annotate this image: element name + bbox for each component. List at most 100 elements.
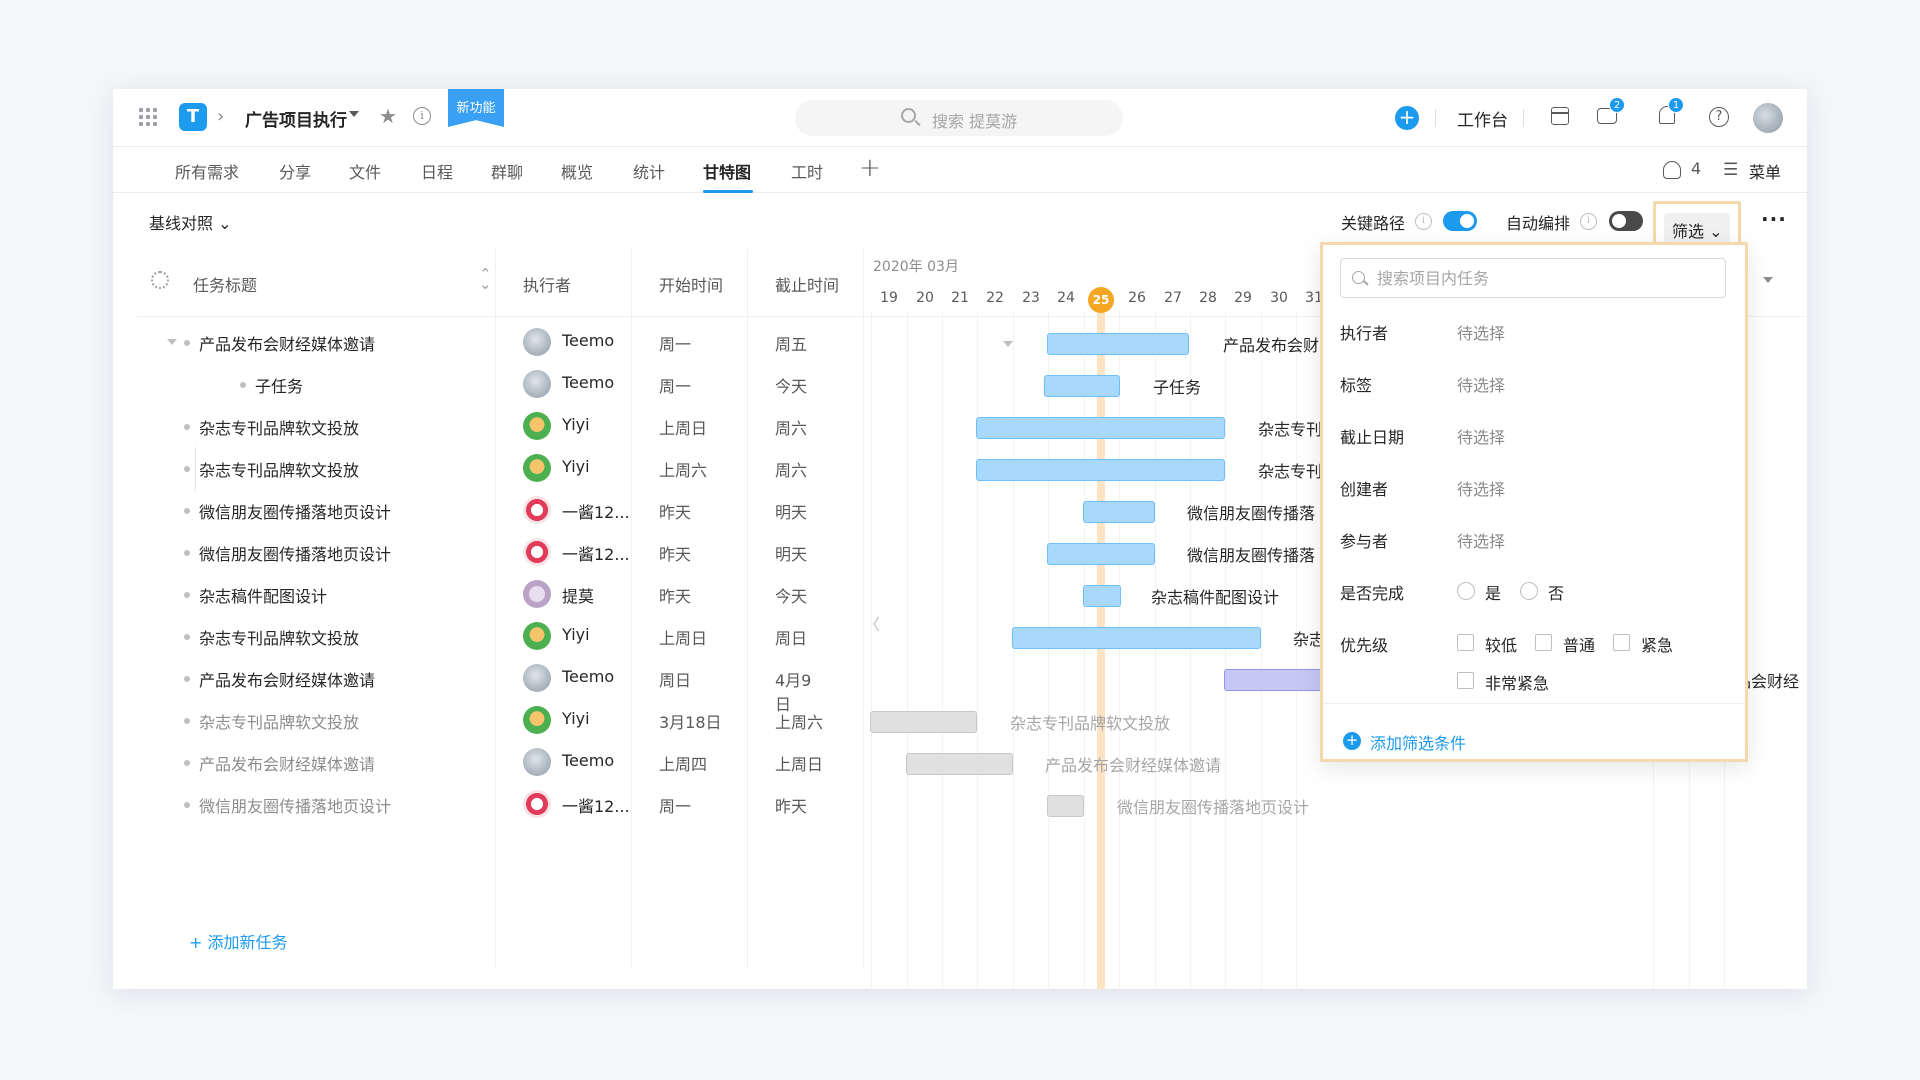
start-date[interactable]: 3月18日 — [659, 709, 722, 733]
end-date[interactable]: 上周日 — [775, 751, 823, 775]
gantt-bar[interactable] — [906, 753, 1013, 775]
expand-caret-icon[interactable] — [167, 339, 177, 345]
column-header-end[interactable]: 截止时间 — [775, 272, 839, 296]
gantt-bar[interactable] — [976, 459, 1225, 481]
tab-overview[interactable]: 概览 — [561, 159, 593, 183]
end-date[interactable]: 明天 — [775, 499, 807, 523]
baseline-compare-dropdown[interactable]: 基线对照 ⌄ — [149, 210, 232, 234]
end-date[interactable]: 昨天 — [775, 793, 807, 817]
user-avatar[interactable] — [1753, 103, 1783, 133]
table-row[interactable]: 杂志专刊品牌软文投放 Yiyi 上周六 周六 — [137, 447, 823, 489]
completion-no-label[interactable]: 否 — [1548, 580, 1564, 604]
critical-path-info-icon[interactable]: i — [1415, 213, 1432, 230]
assignee-name[interactable]: Yiyi — [562, 625, 590, 644]
start-date[interactable]: 昨天 — [659, 499, 691, 523]
menu-button[interactable]: 菜单 — [1749, 159, 1781, 183]
end-date[interactable]: 周六 — [775, 457, 807, 481]
assignee-name[interactable]: 一酱12... — [562, 541, 630, 565]
gantt-collapse-caret-icon[interactable] — [1003, 341, 1013, 347]
gantt-bar[interactable] — [1083, 585, 1121, 607]
end-date[interactable]: 周五 — [775, 331, 807, 355]
task-title[interactable]: 杂志专刊品牌软文投放 — [199, 709, 359, 733]
add-filter-icon[interactable]: + — [1343, 732, 1361, 750]
end-date[interactable]: 今天 — [775, 373, 807, 397]
start-date[interactable]: 周一 — [659, 331, 691, 355]
table-row[interactable]: 微信朋友圈传播落地页设计 一酱12... 周一 昨天 — [137, 783, 823, 825]
table-row[interactable]: 产品发布会财经媒体邀请 Teemo 上周四 上周日 — [137, 741, 823, 783]
end-date[interactable]: 周六 — [775, 415, 807, 439]
assignee-name[interactable]: Yiyi — [562, 709, 590, 728]
priority-normal-label[interactable]: 普通 — [1563, 632, 1595, 656]
gantt-bar[interactable] — [870, 711, 977, 733]
add-tab-button[interactable]: + — [859, 153, 881, 183]
end-date[interactable]: 今天 — [775, 583, 807, 607]
filter-select-creator[interactable]: 待选择 — [1457, 476, 1505, 500]
task-title[interactable]: 微信朋友圈传播落地页设计 — [199, 499, 391, 523]
priority-low-checkbox[interactable] — [1457, 634, 1474, 651]
workbench-link[interactable]: 工作台 — [1457, 106, 1508, 131]
assignee-name[interactable]: Teemo — [562, 373, 614, 392]
table-row[interactable]: 产品发布会财经媒体邀请 Teemo 周日 4月9日 — [137, 657, 823, 714]
priority-low-label[interactable]: 较低 — [1485, 632, 1517, 656]
task-title[interactable]: 微信朋友圈传播落地页设计 — [199, 541, 391, 565]
info-icon[interactable]: i — [413, 107, 431, 125]
assignee-name[interactable]: Teemo — [562, 667, 614, 686]
assignee-name[interactable]: 提莫 — [562, 583, 594, 607]
assignee-name[interactable]: Yiyi — [562, 457, 590, 476]
filter-select-participants[interactable]: 待选择 — [1457, 528, 1505, 552]
tab-group-chat[interactable]: 群聊 — [491, 159, 523, 183]
table-row[interactable]: 杂志稿件配图设计 提莫 昨天 今天 — [137, 573, 823, 615]
filter-select-due-date[interactable]: 待选择 — [1457, 424, 1505, 448]
tab-schedule[interactable]: 日程 — [421, 159, 453, 183]
add-task-button[interactable]: + 添加新任务 — [189, 929, 288, 953]
table-row[interactable]: 产品发布会财经媒体邀请 Teemo 周一 周五 — [137, 321, 823, 363]
auto-schedule-info-icon[interactable]: i — [1580, 213, 1597, 230]
add-filter-condition-button[interactable]: 添加筛选条件 — [1370, 730, 1466, 754]
start-date[interactable]: 上周日 — [659, 625, 707, 649]
completion-yes-label[interactable]: 是 — [1485, 580, 1501, 604]
priority-very-urgent-label[interactable]: 非常紧急 — [1485, 670, 1549, 694]
task-title[interactable]: 产品发布会财经媒体邀请 — [199, 331, 375, 355]
filter-search[interactable] — [1340, 258, 1726, 298]
gantt-collapse-handle-icon[interactable]: 〈 — [864, 611, 880, 635]
start-date[interactable]: 周一 — [659, 793, 691, 817]
table-row[interactable]: 杂志专刊品牌软文投放 Yiyi 上周日 周六 — [137, 405, 823, 447]
tab-statistics[interactable]: 统计 — [633, 159, 665, 183]
gantt-bar[interactable] — [1047, 333, 1189, 355]
priority-urgent-label[interactable]: 紧急 — [1641, 632, 1673, 656]
priority-urgent-checkbox[interactable] — [1613, 634, 1630, 651]
gantt-bar[interactable] — [1224, 669, 1324, 691]
new-feature-badge[interactable]: 新功能 — [448, 89, 504, 127]
more-options-button[interactable]: ··· — [1761, 207, 1787, 231]
gear-icon[interactable] — [151, 271, 169, 289]
tab-work-hours[interactable]: 工时 — [791, 159, 823, 183]
table-row[interactable]: 杂志专刊品牌软文投放 Yiyi 上周日 周日 — [137, 615, 823, 657]
completion-no-radio[interactable] — [1520, 582, 1538, 600]
tab-gantt[interactable]: 甘特图 — [703, 159, 751, 183]
filter-search-input[interactable] — [1377, 265, 1707, 291]
column-header-start[interactable]: 开始时间 — [659, 272, 723, 296]
table-row[interactable]: 微信朋友圈传播落地页设计 一酱12... 昨天 明天 — [137, 531, 823, 573]
gantt-bar[interactable] — [1047, 543, 1155, 565]
tab-files[interactable]: 文件 — [349, 159, 381, 183]
assignee-name[interactable]: 一酱12... — [562, 499, 630, 523]
auto-schedule-toggle[interactable] — [1609, 211, 1643, 231]
end-date[interactable]: 上周六 — [775, 709, 823, 733]
gantt-bar[interactable] — [1044, 375, 1120, 397]
assignee-name[interactable]: Yiyi — [562, 415, 590, 434]
end-date[interactable]: 周日 — [775, 625, 807, 649]
member-count[interactable]: 4 — [1691, 159, 1701, 178]
start-date[interactable]: 上周六 — [659, 457, 707, 481]
global-search[interactable]: 搜索 提莫游 — [795, 100, 1123, 136]
start-date[interactable]: 周一 — [659, 373, 691, 397]
column-header-title[interactable]: 任务标题 — [193, 272, 257, 296]
start-date[interactable]: 上周日 — [659, 415, 707, 439]
assignee-name[interactable]: Teemo — [562, 751, 614, 770]
start-date[interactable]: 昨天 — [659, 583, 691, 607]
filter-select-assignee[interactable]: 待选择 — [1457, 320, 1505, 344]
assignee-name[interactable]: Teemo — [562, 331, 614, 350]
collapse-all-icon[interactable]: ⌃ ⌄ — [479, 267, 492, 292]
start-date[interactable]: 上周四 — [659, 751, 707, 775]
gantt-bar[interactable] — [1083, 501, 1155, 523]
task-title[interactable]: 杂志专刊品牌软文投放 — [199, 457, 359, 481]
